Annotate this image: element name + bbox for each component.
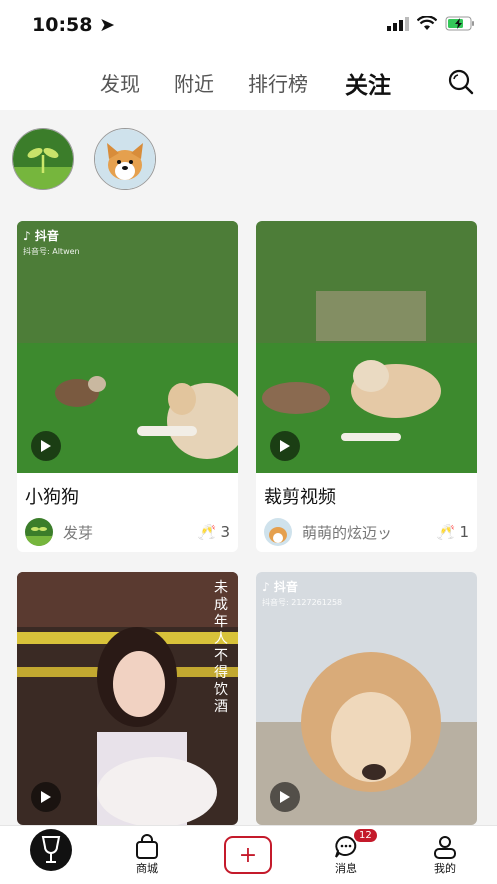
shopping-bag-icon: [136, 834, 158, 859]
tab-ranking[interactable]: 排行榜: [248, 68, 308, 97]
bottom-tab-bar: 商城 + 消息 12 我的: [0, 825, 497, 884]
overlay-vertical-text: 未成年人不得饮酒: [214, 580, 228, 715]
card-author[interactable]: 发芽: [25, 518, 93, 546]
following-avatar-corgi[interactable]: [94, 128, 156, 190]
status-icons: [387, 16, 475, 31]
sprout-icon: [13, 129, 73, 189]
wifi-icon: [417, 16, 437, 30]
play-icon[interactable]: [270, 782, 300, 812]
video-card[interactable]: ♪ 抖音 抖音号: Altwen 小狗狗 发芽 🥂 3: [17, 221, 238, 552]
tiktok-watermark: ♪ 抖音 抖音号: Altwen: [23, 229, 80, 256]
tab-nearby[interactable]: 附近: [174, 68, 214, 97]
card-title: 裁剪视频: [264, 487, 336, 508]
status-time: 10:58 ➤: [32, 14, 116, 36]
like-icon: 🥂: [436, 523, 456, 541]
battery-charging-icon: [445, 16, 474, 31]
create-post-button[interactable]: +: [224, 836, 272, 874]
like-count[interactable]: 🥂 3: [198, 523, 230, 541]
card-title: 小狗狗: [25, 487, 79, 508]
home-wine-glass-button[interactable]: [30, 829, 72, 871]
like-icon: 🥂: [197, 523, 217, 541]
play-icon[interactable]: [31, 782, 61, 812]
card-author[interactable]: 萌萌的炫迈ッ: [264, 518, 392, 546]
location-arrow-icon: ➤: [99, 14, 116, 36]
video-card[interactable]: ♪ 抖音 抖音号: 2127261258: [256, 572, 477, 825]
status-bar: 10:58 ➤: [0, 0, 497, 54]
tab-discover[interactable]: 发现: [100, 68, 140, 97]
corgi-icon: [95, 129, 155, 189]
author-name: 萌萌的炫迈ッ: [302, 523, 393, 542]
top-nav: 发现 附近 排行榜 关注: [0, 54, 497, 110]
search-icon[interactable]: [447, 68, 475, 96]
like-count[interactable]: 🥂 1: [437, 523, 469, 541]
video-card[interactable]: 裁剪视频 萌萌的炫迈ッ 🥂 1: [256, 221, 477, 552]
tab-messages[interactable]: 消息 12: [316, 829, 377, 876]
play-icon[interactable]: [270, 431, 300, 461]
author-avatar: [25, 518, 53, 546]
tab-me[interactable]: 我的: [415, 832, 475, 876]
following-avatar-sprout[interactable]: [12, 128, 74, 190]
tiktok-watermark: ♪ 抖音 抖音号: 2127261258: [262, 580, 343, 607]
wine-glass-icon: [41, 836, 61, 863]
play-icon[interactable]: [31, 431, 61, 461]
video-card[interactable]: 未成年人不得饮酒: [17, 572, 238, 825]
messages-badge: 12: [354, 829, 377, 842]
user-profile-icon: [434, 836, 456, 859]
tab-store[interactable]: 商城: [117, 832, 177, 876]
author-name: 发芽: [63, 523, 94, 542]
author-avatar: [264, 518, 292, 546]
plus-icon: +: [238, 842, 258, 868]
tab-following[interactable]: 关注: [345, 66, 391, 100]
cellular-signal-icon: [387, 16, 409, 31]
